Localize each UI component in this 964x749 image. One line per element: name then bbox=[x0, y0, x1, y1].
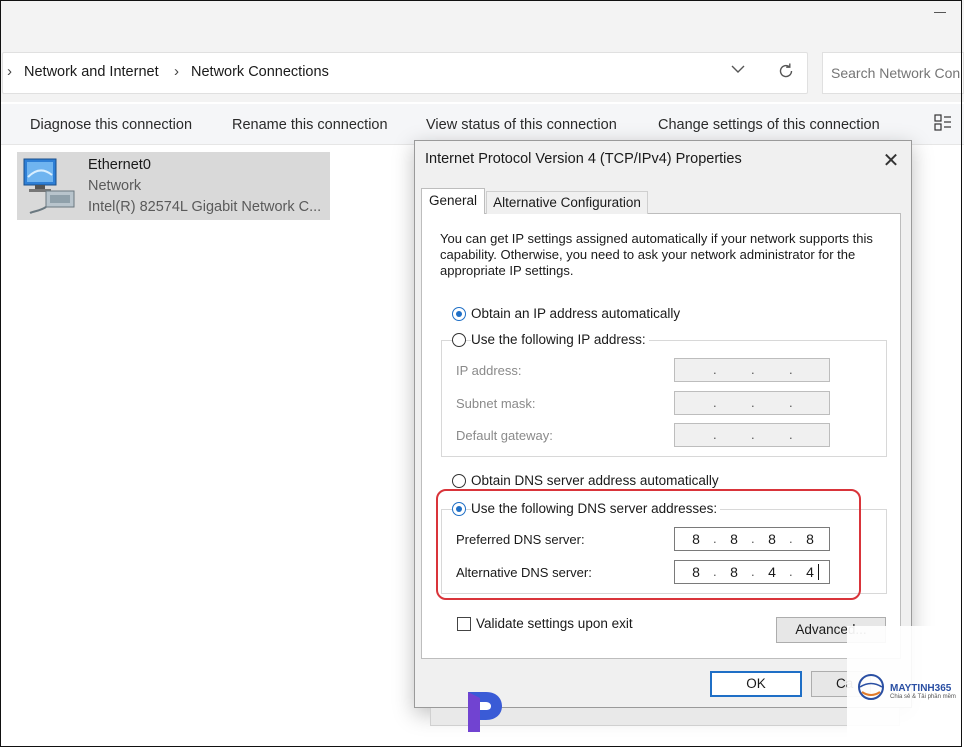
screenshot-border bbox=[0, 0, 962, 747]
tab-general[interactable]: General bbox=[421, 188, 485, 214]
